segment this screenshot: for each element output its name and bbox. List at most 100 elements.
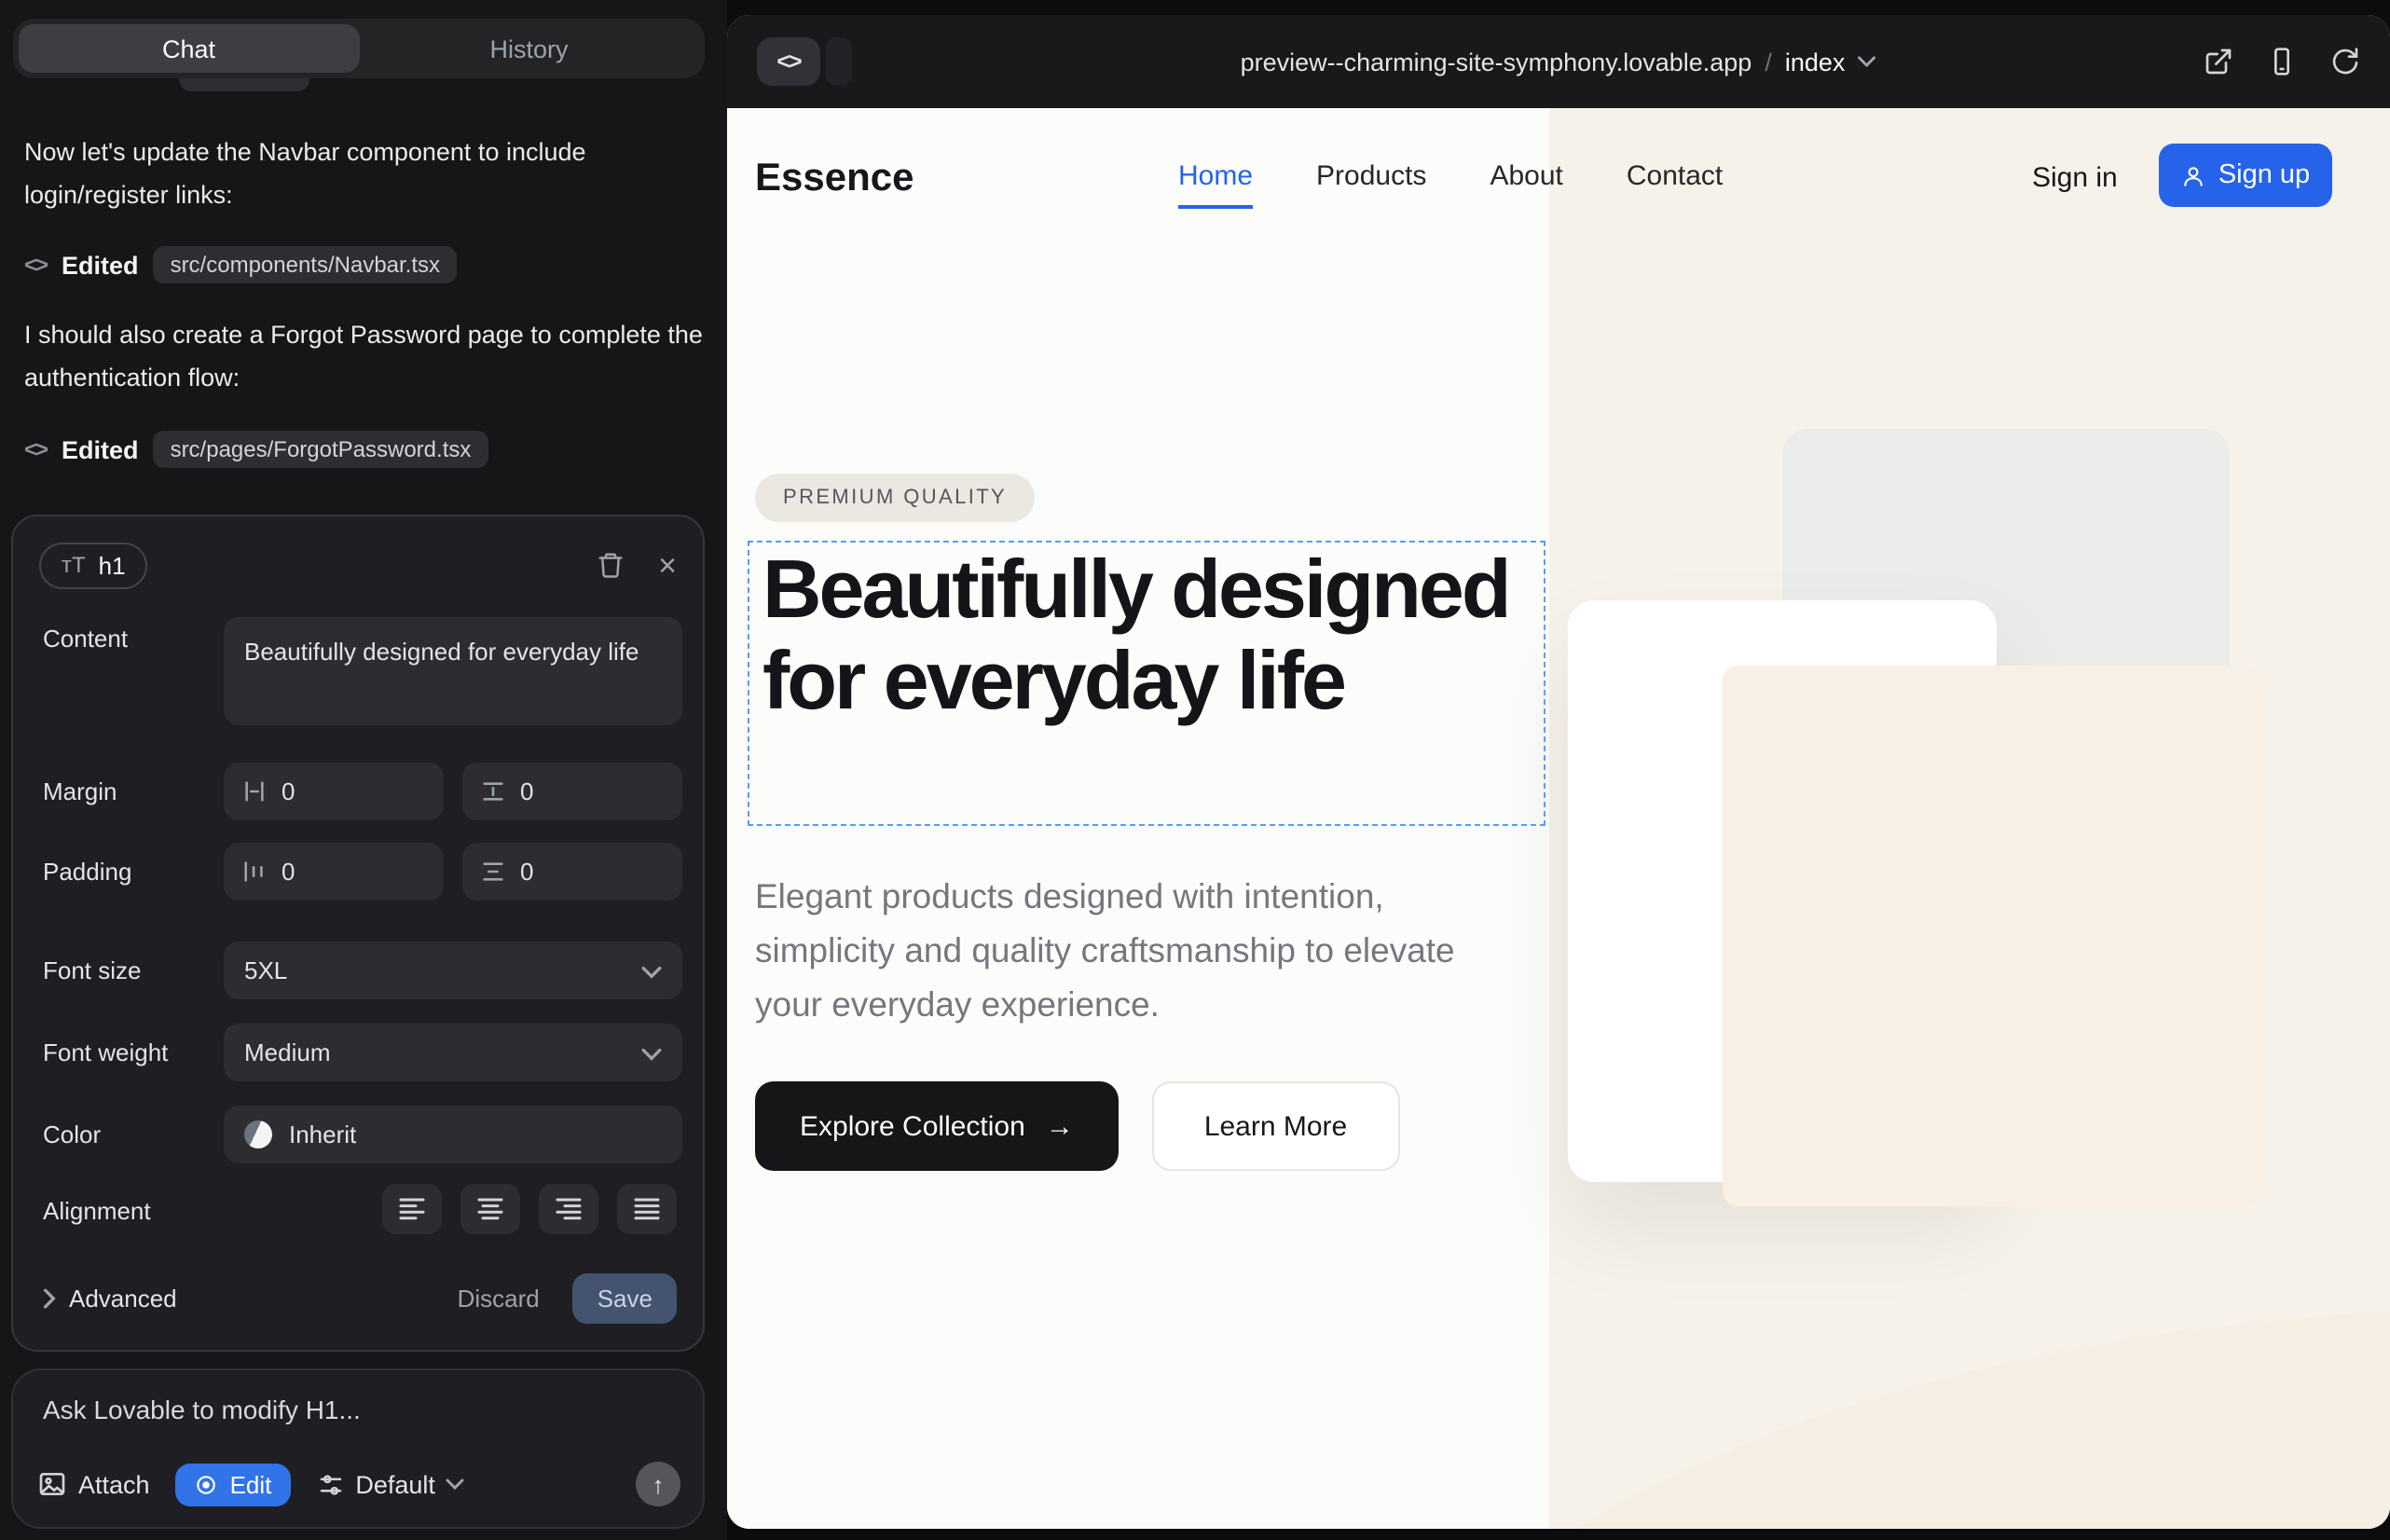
padding-vertical-icon	[481, 859, 505, 884]
nav-link-home[interactable]: Home	[1178, 160, 1253, 209]
sign-up-button[interactable]: Sign up	[2159, 144, 2332, 207]
alignment-label: Alignment	[43, 1197, 151, 1225]
preview-window: <> preview--charming-site-symphony.lovab…	[727, 15, 2390, 1529]
edited-label: Edited	[62, 251, 139, 279]
composer: Ask Lovable to modify H1... Attach Edit …	[11, 1368, 705, 1529]
chat-panel: Chat History Now let's update the Navbar…	[0, 0, 727, 1540]
panel-tabs: Chat History	[13, 19, 705, 78]
sign-in-link[interactable]: Sign in	[2032, 162, 2118, 194]
nav-links: Home Products About Contact	[1178, 160, 1723, 209]
align-center-icon	[477, 1197, 503, 1221]
selection-outline: Beautifully designed for everyday life	[748, 541, 1545, 826]
element-tag: h1	[99, 551, 126, 579]
margin-horizontal-icon	[242, 779, 267, 804]
margin-vertical-icon	[481, 779, 505, 804]
arrow-up-icon: ↑	[652, 1470, 665, 1498]
send-button[interactable]: ↑	[636, 1462, 680, 1506]
chat-message: I should also create a Forgot Password p…	[24, 313, 703, 399]
code-icon: <>	[24, 436, 47, 462]
file-chip-forgot-password[interactable]: src/pages/ForgotPassword.tsx	[154, 431, 488, 468]
premium-quality-badge: PREMIUM QUALITY	[755, 474, 1035, 522]
align-right-button[interactable]	[539, 1184, 598, 1234]
align-justify-button[interactable]	[617, 1184, 677, 1234]
color-label: Color	[43, 1121, 101, 1148]
attach-button[interactable]: Attach	[37, 1469, 150, 1499]
align-left-icon	[399, 1197, 425, 1221]
content-input[interactable]: Beautifully designed for everyday life	[224, 617, 682, 725]
font-size-select[interactable]: 5XL	[224, 942, 682, 999]
default-model-button[interactable]: Default	[316, 1470, 465, 1498]
save-button[interactable]: Save	[573, 1272, 677, 1323]
align-center-button[interactable]	[460, 1184, 520, 1234]
discard-button[interactable]: Discard	[458, 1284, 540, 1312]
edited-label: Edited	[62, 435, 139, 463]
margin-label: Margin	[43, 777, 117, 805]
padding-label: Padding	[43, 858, 131, 886]
nav-link-contact[interactable]: Contact	[1627, 160, 1723, 209]
chevron-down-icon	[641, 966, 662, 979]
margin-vertical-input[interactable]: 0	[462, 763, 682, 820]
hero-headline[interactable]: Beautifully designed for everyday life	[749, 543, 1544, 729]
chat-message: Now let's update the Navbar component to…	[24, 131, 703, 216]
edit-target-icon	[195, 1472, 219, 1496]
browser-chrome: <> preview--charming-site-symphony.lovab…	[727, 15, 2390, 108]
edit-mode-button[interactable]: Edit	[176, 1463, 291, 1506]
content-label: Content	[43, 625, 128, 653]
alignment-buttons	[382, 1184, 677, 1234]
site-preview: Essence Home Products About Contact Sign…	[727, 108, 2390, 1529]
chrome-actions	[2204, 47, 2360, 76]
chevron-down-icon	[641, 1048, 662, 1061]
padding-vertical-input[interactable]: 0	[462, 843, 682, 901]
composer-input[interactable]: Ask Lovable to modify H1...	[43, 1395, 361, 1424]
user-icon	[2181, 163, 2205, 187]
refresh-icon[interactable]	[2330, 47, 2360, 76]
selected-element-badge[interactable]: тT h1	[39, 542, 148, 588]
file-chip-navbar[interactable]: src/components/Navbar.tsx	[154, 246, 457, 283]
color-select[interactable]: Inherit	[224, 1106, 682, 1163]
composer-toolbar: Attach Edit Default ↑	[37, 1460, 680, 1508]
advanced-toggle[interactable]: Advanced	[43, 1284, 177, 1312]
typography-icon: тT	[62, 552, 86, 578]
preview-url: preview--charming-site-symphony.lovable.…	[1241, 48, 1752, 76]
app-root: Chat History Now let's update the Navbar…	[0, 0, 2390, 1540]
chevron-down-icon	[446, 1478, 465, 1490]
align-left-button[interactable]	[382, 1184, 442, 1234]
edited-file-row: <> Edited src/components/Navbar.tsx	[24, 244, 457, 285]
site-navbar: Essence Home Products About Contact Sign…	[727, 108, 2390, 248]
url-separator: /	[1765, 48, 1772, 76]
margin-horizontal-input[interactable]: 0	[224, 763, 444, 820]
chevron-down-icon	[1858, 56, 1876, 67]
editor-header: тT h1 ×	[39, 539, 677, 591]
padding-horizontal-icon	[242, 859, 267, 884]
font-weight-select[interactable]: Medium	[224, 1024, 682, 1081]
code-view-toggle[interactable]: <>	[757, 37, 820, 86]
nav-link-about[interactable]: About	[1490, 160, 1562, 209]
code-icon: <>	[24, 252, 47, 278]
learn-more-button[interactable]: Learn More	[1152, 1081, 1399, 1171]
hero-description: Elegant products designed with intention…	[755, 869, 1508, 1031]
align-right-icon	[556, 1197, 582, 1221]
nav-link-products[interactable]: Products	[1316, 160, 1426, 209]
site-logo[interactable]: Essence	[755, 157, 913, 201]
url-page: index	[1785, 48, 1846, 76]
open-external-icon[interactable]	[2204, 47, 2233, 76]
font-size-label: Font size	[43, 956, 142, 984]
color-swatch	[244, 1121, 272, 1148]
chevron-right-icon	[43, 1287, 56, 1308]
tab-history[interactable]: History	[359, 24, 699, 73]
sliders-icon	[316, 1470, 344, 1498]
hero-cta-row: Explore Collection → Learn More	[755, 1081, 1399, 1171]
editor-footer: Advanced Discard Save	[43, 1270, 677, 1326]
trash-icon[interactable]	[597, 550, 625, 580]
tab-chat[interactable]: Chat	[19, 24, 359, 73]
align-justify-icon	[634, 1197, 660, 1221]
element-editor-panel: тT h1 × Content Beautifully designed for…	[11, 515, 705, 1352]
explore-collection-button[interactable]: Explore Collection →	[755, 1081, 1119, 1171]
url-bar[interactable]: preview--charming-site-symphony.lovable.…	[1241, 48, 1877, 76]
edited-file-row: <> Edited src/pages/ForgotPassword.tsx	[24, 429, 488, 470]
close-icon[interactable]: ×	[658, 549, 677, 581]
mobile-view-icon[interactable]	[2267, 47, 2297, 76]
panel-collapse-button[interactable]	[826, 37, 852, 86]
padding-horizontal-input[interactable]: 0	[224, 843, 444, 901]
arrow-right-icon: →	[1046, 1110, 1074, 1142]
